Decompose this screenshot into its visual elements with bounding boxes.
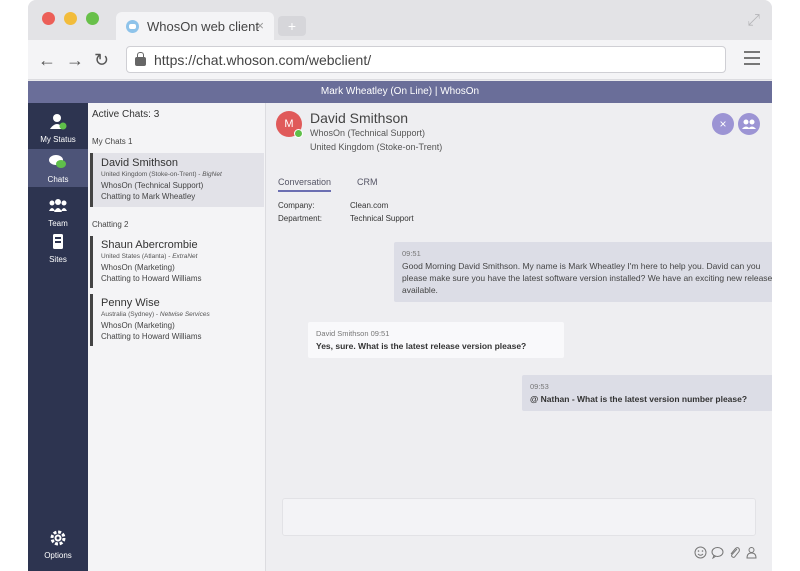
browser-tab[interactable]: WhosOn web client × bbox=[116, 12, 274, 40]
forward-arrow-icon[interactable]: → bbox=[66, 50, 84, 70]
contact-name: David Smithson bbox=[310, 110, 409, 126]
url-text: https://chat.whoson.com/webclient/ bbox=[154, 51, 372, 68]
visitor-location: Australia (Sydney) - Netwise Services bbox=[101, 311, 210, 318]
sidebar-item-label: Sites bbox=[49, 255, 67, 264]
sidebar-item-label: My Status bbox=[40, 135, 76, 144]
message-text: Good Morning David Smithson. My name is … bbox=[402, 261, 772, 295]
active-chats-count: Active Chats: 3 bbox=[92, 109, 160, 120]
visitor-department: WhosOn (Technical Support) bbox=[101, 181, 204, 190]
company-value: Clean.com bbox=[350, 201, 389, 210]
chat-bubbles-icon bbox=[49, 155, 66, 168]
canned-response-icon[interactable] bbox=[711, 546, 724, 559]
conversation-panel: M David Smithson WhosOn (Technical Suppo… bbox=[266, 103, 772, 571]
navigation-bar: ← → ↻ https://chat.whoson.com/webclient/ bbox=[28, 40, 772, 80]
maximize-window-button[interactable] bbox=[86, 12, 99, 25]
minimize-window-button[interactable] bbox=[64, 12, 77, 25]
list-item[interactable]: David Smithson United Kingdom (Stoke-on-… bbox=[90, 153, 264, 207]
my-chats-label: My Chats 1 bbox=[92, 137, 133, 146]
company-label: Company: bbox=[278, 201, 315, 210]
chat-agent: Chatting to Howard Williams bbox=[101, 274, 202, 283]
contact-department: WhosOn (Technical Support) bbox=[310, 128, 426, 138]
group-icon bbox=[742, 119, 756, 129]
message-text: Yes, sure. What is the latest release ve… bbox=[316, 341, 527, 351]
visitor-name: David Smithson bbox=[101, 157, 179, 169]
compose-toolbar bbox=[690, 546, 758, 559]
close-chat-button[interactable]: × bbox=[712, 113, 734, 135]
tab-title: WhosOn web client bbox=[147, 18, 259, 34]
browser-menu-icon[interactable] bbox=[744, 51, 760, 69]
app-title-bar: Mark Wheatley (On Line) | WhosOn bbox=[28, 81, 772, 103]
chat-agent: Chatting to Howard Williams bbox=[101, 332, 202, 341]
message-time: David Smithson 09:51 bbox=[316, 329, 390, 338]
department-value: Technical Support bbox=[350, 214, 414, 223]
address-bar[interactable]: https://chat.whoson.com/webclient/ bbox=[126, 46, 726, 73]
online-status-dot bbox=[294, 129, 303, 138]
gear-icon bbox=[50, 530, 66, 546]
list-item[interactable]: Penny Wise Australia (Sydney) - Netwise … bbox=[90, 294, 264, 346]
chat-list-panel: Active Chats: 3 My Chats 1 David Smithso… bbox=[88, 103, 266, 571]
message-time: 09:53 bbox=[530, 382, 549, 391]
agent-message: 09:51 Good Morning David Smithson. My na… bbox=[394, 242, 772, 302]
team-icon bbox=[49, 199, 67, 212]
chat-agent: Chatting to Mark Wheatley bbox=[101, 192, 196, 201]
new-tab-button[interactable]: + bbox=[278, 16, 306, 36]
sidebar-item-team[interactable]: Team bbox=[28, 193, 88, 228]
visitor-name: Shaun Abercrombie bbox=[101, 239, 198, 251]
visitor-location: United Kingdom (Stoke-on-Trent) - BigNet bbox=[101, 171, 222, 178]
sites-icon bbox=[53, 234, 63, 249]
user-status-icon bbox=[50, 114, 67, 130]
department-label: Department: bbox=[278, 214, 323, 223]
tab-crm[interactable]: CRM bbox=[357, 177, 378, 192]
visitor-department: WhosOn (Marketing) bbox=[101, 321, 175, 330]
sidebar: My Status Chats Team Sites Options bbox=[28, 103, 88, 571]
sidebar-item-sites[interactable]: Sites bbox=[28, 231, 88, 265]
whoson-favicon-icon bbox=[126, 19, 139, 33]
transfer-chat-button[interactable] bbox=[738, 113, 760, 135]
visitor-name: Penny Wise bbox=[101, 297, 160, 309]
emoji-icon[interactable] bbox=[694, 546, 707, 559]
agent-message: 09:53 @ Nathan - What is the latest vers… bbox=[522, 375, 772, 411]
visitor-department: WhosOn (Marketing) bbox=[101, 263, 175, 272]
tab-close-icon[interactable]: × bbox=[256, 18, 264, 33]
sidebar-item-my-status[interactable]: My Status bbox=[28, 109, 88, 147]
tab-conversation[interactable]: Conversation bbox=[278, 177, 332, 192]
fullscreen-icon[interactable]: ⤢ bbox=[747, 12, 760, 30]
sidebar-item-label: Chats bbox=[47, 175, 69, 184]
sidebar-item-label: Team bbox=[48, 219, 68, 228]
browser-window: WhosOn web client × + ⤢ ← → ↻ https://ch… bbox=[28, 0, 772, 571]
chatting-label: Chatting 2 bbox=[92, 220, 129, 229]
lock-icon bbox=[135, 51, 146, 66]
close-window-button[interactable] bbox=[42, 12, 55, 25]
visitor-message: David Smithson 09:51 Yes, sure. What is … bbox=[308, 322, 564, 358]
message-text: @ Nathan - What is the latest version nu… bbox=[530, 394, 748, 404]
tab-strip: WhosOn web client × + ⤢ bbox=[28, 0, 772, 40]
list-item[interactable]: Shaun Abercrombie United States (Atlanta… bbox=[90, 236, 264, 288]
sidebar-item-label: Options bbox=[44, 551, 72, 560]
contact-location: United Kingdom (Stoke-on-Trent) bbox=[310, 142, 443, 152]
back-arrow-icon[interactable]: ← bbox=[38, 50, 56, 70]
sidebar-item-chats[interactable]: Chats bbox=[28, 149, 88, 187]
attachment-icon[interactable] bbox=[728, 546, 741, 559]
visitor-details-icon[interactable] bbox=[745, 546, 758, 559]
visitor-location: United States (Atlanta) - ExtraNet bbox=[101, 253, 198, 260]
sidebar-item-options[interactable]: Options bbox=[28, 527, 88, 561]
conversation-tabs: Conversation CRM bbox=[278, 177, 404, 192]
reload-icon[interactable]: ↻ bbox=[94, 50, 109, 70]
message-time: 09:51 bbox=[402, 249, 421, 258]
message-input[interactable] bbox=[282, 498, 756, 536]
